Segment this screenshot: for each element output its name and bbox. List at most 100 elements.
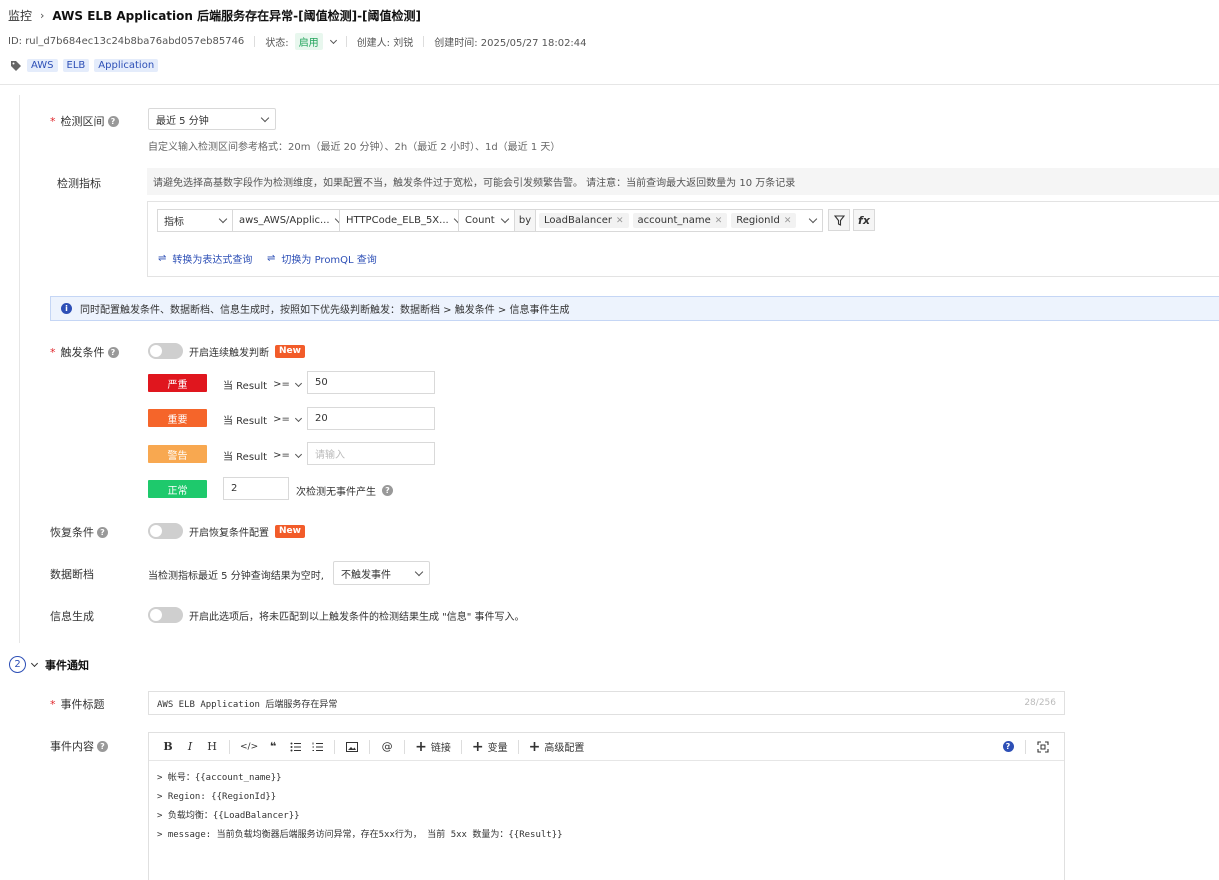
bullet-list-icon (290, 742, 301, 751)
fullscreen-button[interactable] (1032, 733, 1054, 761)
editor-toolbar: B I H </> ❝ @ + 链接 + 变量 + 高级配置 ? (149, 733, 1064, 761)
chevron-down-icon (294, 450, 302, 458)
recovery-switch-label: 开启恢复条件配置 (189, 527, 269, 539)
close-icon[interactable]: ✕ (616, 216, 624, 226)
breadcrumb-root[interactable]: 监控 (8, 7, 32, 24)
plus-icon: + (471, 738, 484, 755)
swap-icon: ⇌ (267, 253, 276, 264)
help-icon[interactable]: ? (107, 115, 119, 127)
close-icon[interactable]: ✕ (784, 216, 792, 226)
by-label: by (514, 209, 536, 232)
created-time: 创建时间: 2025/05/27 18:02:44 (434, 38, 587, 49)
aggregation-select[interactable]: Count (458, 209, 515, 232)
ordered-list-button[interactable] (306, 733, 328, 761)
info-gen-switch[interactable] (148, 607, 183, 623)
help-icon[interactable]: ? (97, 526, 108, 538)
section-header[interactable]: 事件通知 (30, 657, 89, 673)
italic-button[interactable]: I (179, 733, 201, 761)
insert-variable-button[interactable]: + 变量 (468, 733, 512, 761)
filter-button[interactable] (828, 209, 850, 231)
recovery-label: 恢复条件? (50, 524, 108, 540)
cardinality-warning: 请避免选择高基数字段作为检测维度，如果配置不当，触发条件过于宽松，可能会引发频繁… (147, 168, 1219, 195)
group-by-select[interactable]: LoadBalancer ✕ account_name ✕ RegionId ✕ (535, 209, 823, 232)
group-by-chip[interactable]: LoadBalancer ✕ (539, 213, 629, 228)
help-icon[interactable]: ? (107, 346, 119, 358)
namespace-select[interactable]: aws_AWS/Applic... (232, 209, 340, 232)
editor-content[interactable]: > 帐号：{{account_name}} > Region: {{Region… (157, 769, 563, 845)
status-badge[interactable]: 启用 (294, 33, 323, 50)
help-icon[interactable]: ? (97, 740, 108, 752)
chevron-down-icon (294, 414, 302, 422)
chevron-down-icon[interactable] (329, 36, 337, 44)
metric-select[interactable]: HTTPCode_ELB_5X... (339, 209, 459, 232)
detect-range-select[interactable]: 最近 5 分钟 (148, 108, 276, 130)
step-line (19, 95, 20, 643)
bullet-list-button[interactable] (284, 733, 306, 761)
group-by-chip[interactable]: account_name ✕ (632, 213, 728, 228)
new-badge: New (275, 524, 305, 538)
help-icon: ? (1002, 741, 1014, 752)
code-button[interactable]: </> (236, 733, 262, 761)
data-gap-text: 当检测指标最近 5 分钟查询结果为空时, (148, 571, 324, 582)
chevron-down-icon (260, 113, 270, 122)
info-gen-label: 信息生成 (50, 610, 94, 623)
normal-count-input[interactable]: 2 (223, 477, 289, 500)
level-major-badge: 重要 (148, 409, 207, 427)
switch-promql-link[interactable]: ⇌ 切换为 PromQL 查询 (267, 251, 377, 266)
editor-help-button[interactable]: ? (997, 733, 1019, 761)
level-critical-badge: 严重 (148, 374, 207, 392)
rule-meta: ID: rul_d7b684ec13c24b8ba76abd057eb85746… (8, 33, 587, 50)
content-editor[interactable]: B I H </> ❝ @ + 链接 + 变量 + 高级配置 ? > 帐号：{{acc… (148, 732, 1065, 880)
level-critical-condition[interactable]: 当 Result >= (223, 377, 302, 392)
level-warning-input[interactable]: 请输入 (307, 442, 435, 465)
chevron-down-icon (30, 659, 39, 668)
metric-type-select[interactable]: 指标 (157, 209, 233, 232)
breadcrumb: 监控 › AWS ELB Application 后端服务存在异常-[阈值检测]… (8, 7, 421, 24)
level-major-condition[interactable]: 当 Result >= (223, 412, 302, 427)
new-badge: New (275, 344, 305, 358)
chevron-down-icon (500, 214, 510, 224)
group-by-chip[interactable]: RegionId ✕ (731, 213, 797, 228)
level-warning-condition[interactable]: 当 Result >= (223, 448, 302, 463)
tag-aws[interactable]: AWS (27, 59, 58, 72)
image-button[interactable] (341, 733, 363, 761)
data-gap-select[interactable]: 不触发事件 (333, 561, 430, 585)
continuous-trigger-switch[interactable] (148, 343, 183, 359)
plus-icon: + (415, 738, 427, 755)
trigger-label: * 触发条件? (50, 344, 119, 360)
insert-link-button[interactable]: + 链接 (411, 733, 455, 761)
event-content-label: 事件内容? (50, 738, 108, 754)
chevron-down-icon (218, 214, 228, 224)
detect-range-hint: 自定义输入检测区间参考格式：20m（最近 20 分钟）、2h（最近 2 小时）、… (148, 142, 561, 153)
event-title-input[interactable]: AWS ELB Application 后端服务存在异常 28/256 (148, 691, 1065, 715)
swap-icon: ⇌ (158, 253, 167, 264)
chevron-right-icon: › (40, 9, 45, 22)
content-line: > message: 当前负载均衡器后端服务访问异常，存在5xx行为， 当前 5… (157, 830, 563, 840)
event-title-label: * 事件标题 (50, 697, 105, 712)
level-critical-input[interactable]: 50 (307, 371, 435, 394)
tag-elb[interactable]: ELB (62, 59, 90, 72)
heading-button[interactable]: H (201, 733, 223, 761)
continuous-trigger-label: 开启连续触发判断 (189, 347, 269, 359)
chevron-down-icon (808, 214, 818, 224)
plus-icon: + (528, 738, 541, 755)
level-major-input[interactable]: 20 (307, 407, 435, 430)
quote-button[interactable]: ❝ (262, 733, 284, 761)
chevron-down-icon (414, 567, 424, 576)
help-icon[interactable]: ? (382, 485, 393, 496)
mention-button[interactable]: @ (376, 733, 398, 761)
header-divider (0, 84, 1219, 85)
rule-id: ID: rul_d7b684ec13c24b8ba76abd057eb85746 (8, 36, 245, 47)
char-counter: 28/256 (1024, 698, 1056, 708)
image-icon (346, 741, 359, 752)
tag-application[interactable]: Application (94, 59, 159, 72)
creator: 创建人: 刘锐 (356, 38, 414, 49)
recovery-switch[interactable] (148, 523, 183, 539)
fx-button[interactable]: fx (853, 209, 875, 231)
close-icon[interactable]: ✕ (715, 216, 723, 226)
advanced-config-button[interactable]: + 高级配置 (525, 733, 589, 761)
convert-expression-link[interactable]: ⇌ 转换为表达式查询 (158, 251, 252, 266)
bold-button[interactable]: B (157, 733, 179, 761)
level-normal-badge: 正常 (148, 480, 207, 498)
data-gap-label: 数据断档 (50, 568, 94, 581)
